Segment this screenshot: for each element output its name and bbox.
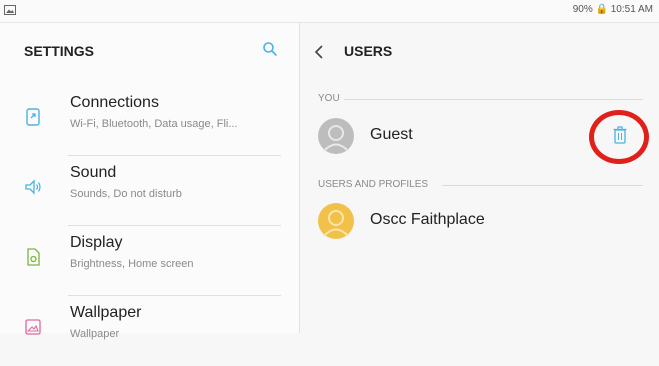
settings-item-display[interactable]: Display Brightness, Home screen — [0, 226, 299, 296]
connections-icon — [26, 108, 40, 126]
settings-item-sound[interactable]: Sound Sounds, Do not disturb — [0, 156, 299, 226]
person-icon — [323, 125, 349, 152]
guest-name: Guest — [370, 126, 413, 143]
image-notification-icon — [4, 5, 16, 15]
settings-title: SETTINGS — [24, 43, 95, 59]
settings-item-subtitle: Brightness, Home screen — [70, 258, 194, 270]
back-chevron-icon[interactable] — [314, 45, 324, 59]
user-row-guest[interactable]: Guest — [300, 110, 659, 164]
person-icon — [323, 210, 349, 237]
section-label-you: YOU — [318, 93, 340, 104]
settings-item-wallpaper[interactable]: Wallpaper Wallpaper — [0, 296, 299, 366]
settings-item-subtitle: Wallpaper — [70, 328, 120, 340]
profile-avatar — [318, 203, 354, 239]
profile-name: Oscc Faithplace — [370, 211, 485, 228]
highlight-circle-annotation — [589, 110, 649, 164]
settings-header: SETTINGS — [0, 23, 299, 83]
users-panel: USERS YOU Guest USERS AND PROFILES Oscc … — [300, 23, 659, 333]
user-row-profile[interactable]: Oscc Faithplace — [300, 196, 659, 246]
settings-item-title: Connections — [70, 94, 159, 111]
settings-item-title: Display — [70, 234, 123, 251]
section-divider — [442, 185, 643, 186]
settings-item-title: Sound — [70, 164, 117, 181]
settings-item-subtitle: Wi-Fi, Bluetooth, Data usage, Fli... — [70, 118, 238, 130]
guest-avatar — [318, 118, 354, 154]
sound-icon — [25, 179, 41, 195]
settings-item-title: Wallpaper — [70, 304, 142, 321]
settings-panel: SETTINGS Connections Wi-Fi, Bluetooth, D… — [0, 23, 299, 340]
section-divider — [344, 99, 643, 100]
users-title: USERS — [344, 43, 393, 59]
settings-item-subtitle: Sounds, Do not disturb — [70, 188, 182, 200]
wallpaper-icon — [25, 319, 41, 335]
search-icon[interactable] — [262, 41, 278, 57]
status-battery-time: 90% 🔒 10:51 AM — [572, 4, 653, 15]
status-bar: 90% 🔒 10:51 AM — [0, 0, 659, 23]
settings-item-connections[interactable]: Connections Wi-Fi, Bluetooth, Data usage… — [0, 86, 299, 156]
section-label-users-profiles: USERS AND PROFILES — [318, 179, 429, 190]
display-icon — [27, 248, 40, 266]
